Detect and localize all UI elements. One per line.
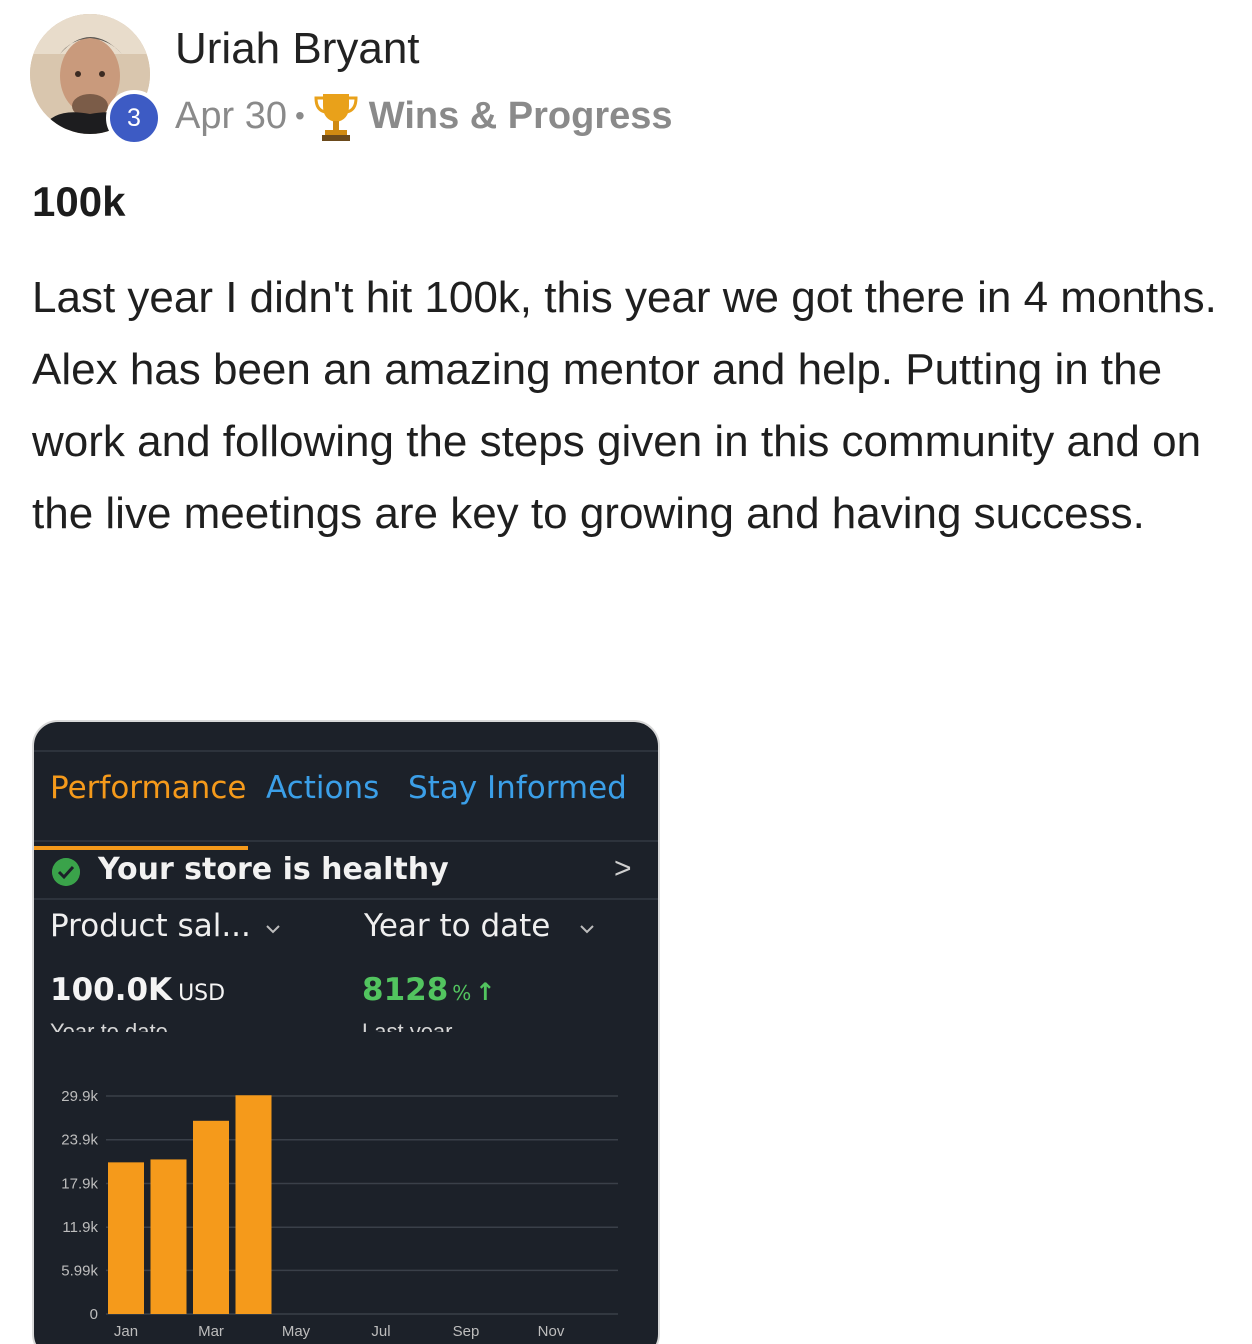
y-tick-label: 5.99k xyxy=(61,1262,98,1279)
arrow-up-icon: ↑ xyxy=(475,978,496,1006)
store-health-status: Your store is healthy xyxy=(98,852,449,887)
tab-stay-informed: Stay Informed xyxy=(408,770,627,806)
store-health-row: Your store is healthy > xyxy=(34,842,658,900)
x-tick-label: Jan xyxy=(114,1323,138,1340)
total-sales-unit: USD xyxy=(178,981,226,1006)
trophy-icon xyxy=(314,94,358,141)
bar-apr xyxy=(235,1095,272,1314)
sales-bar-chart: 0 5.99k 11.9k 17.9k 23.9k 29.9k Jan Mar May Jul Se… xyxy=(34,1072,658,1344)
change-unit: % xyxy=(452,981,472,1005)
post-body: Last year I didn't hit 100k, this year w… xyxy=(32,273,1217,538)
level-badge: 3 xyxy=(106,90,162,146)
post-date[interactable]: Apr 30 xyxy=(175,95,287,138)
total-sales-value: 100.0K USD xyxy=(50,972,225,1008)
change-value: 8128 xyxy=(362,972,449,1008)
post-title: 100k xyxy=(32,178,126,225)
x-tick-label: Mar xyxy=(198,1323,224,1340)
total-caption: Year to date xyxy=(50,1019,168,1032)
meta-separator: • xyxy=(294,100,305,131)
y-tick-label: 0 xyxy=(90,1306,98,1323)
post-category[interactable]: Wins & Progress xyxy=(369,95,673,138)
check-circle-icon xyxy=(52,858,80,886)
y-tick-label: 11.9k xyxy=(62,1219,98,1236)
author-avatar-container[interactable]: 3 xyxy=(30,14,162,146)
x-tick-label: Sep xyxy=(453,1323,480,1340)
y-tick-label: 23.9k xyxy=(61,1132,98,1149)
chevron-down-icon xyxy=(580,925,594,934)
x-tick-label: Nov xyxy=(538,1323,565,1340)
x-tick-label: Jul xyxy=(371,1323,390,1340)
period-selector: Year to date xyxy=(364,908,551,944)
x-tick-label: May xyxy=(282,1323,311,1340)
y-tick-label: 29.9k xyxy=(61,1088,98,1105)
tab-performance: Performance xyxy=(50,770,247,806)
metric-selector: Product sal... xyxy=(50,908,251,944)
total-sales-amount: 100.0K xyxy=(50,972,173,1008)
y-tick-label: 17.9k xyxy=(61,1175,98,1192)
post-meta: Apr 30 • Wins & Progress xyxy=(175,88,673,144)
bar-jan xyxy=(108,1162,144,1314)
attached-image[interactable]: Performance Actions Stay Informed Your s… xyxy=(32,720,660,1344)
chevron-down-icon xyxy=(266,925,280,934)
bar-mar xyxy=(193,1120,229,1314)
bar-feb xyxy=(150,1159,187,1314)
author-name[interactable]: Uriah Bryant xyxy=(175,24,420,74)
change-percent: 8128% ↑ xyxy=(362,972,495,1008)
chart-svg: 0 5.99k 11.9k 17.9k 23.9k 29.9k Jan Mar May Jul Se… xyxy=(61,1088,618,1340)
tab-actions: Actions xyxy=(266,770,380,806)
chevron-right-icon: > xyxy=(614,852,632,885)
tab-bar: Performance Actions Stay Informed xyxy=(34,750,658,850)
change-caption: Last year xyxy=(362,1019,453,1032)
